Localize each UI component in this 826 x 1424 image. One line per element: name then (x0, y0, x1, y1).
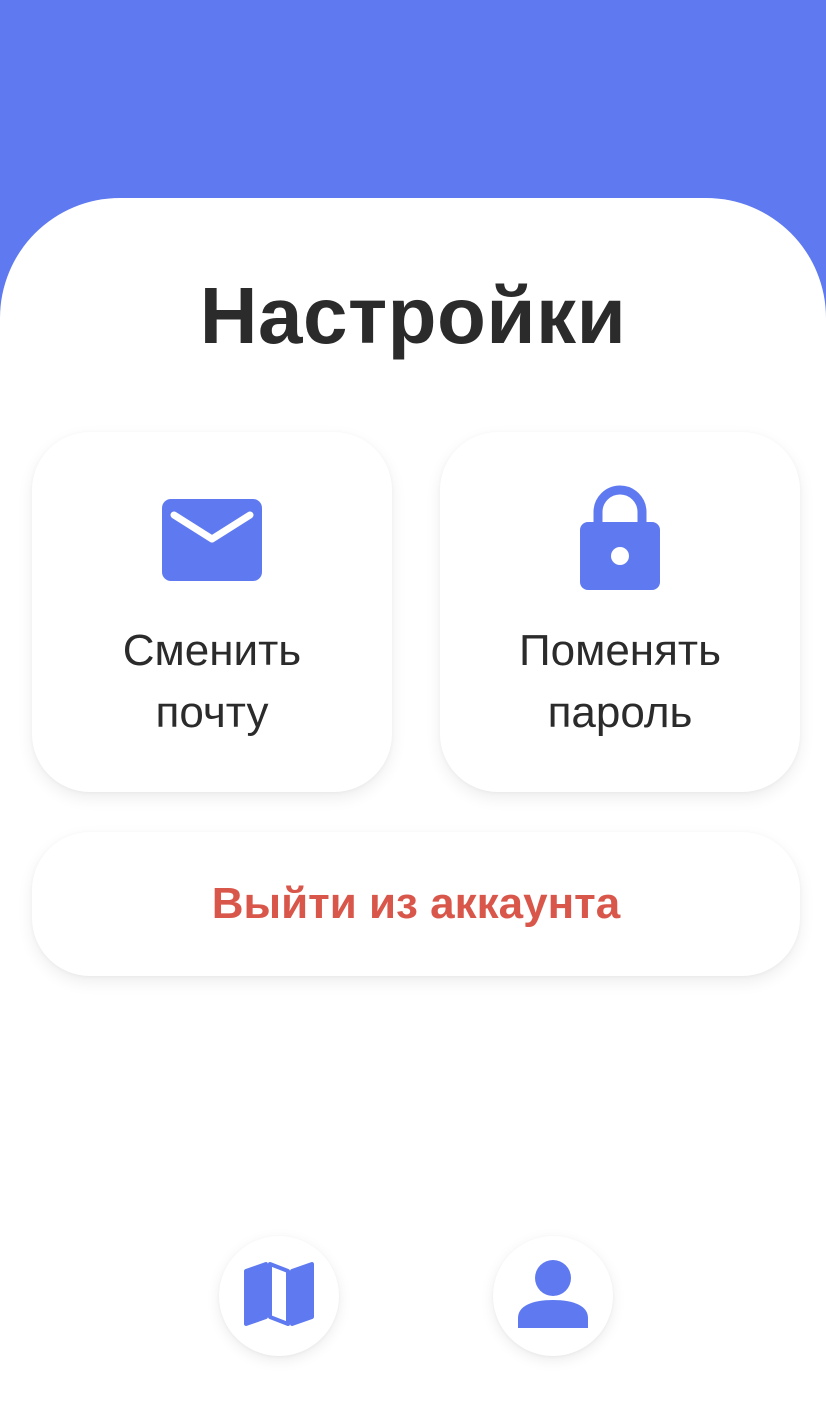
change-password-label-line2: пароль (547, 688, 693, 737)
change-email-label-line2: почту (155, 688, 269, 737)
change-password-label: Поменять пароль (440, 620, 800, 744)
change-password-label-line1: Поменять (518, 626, 722, 675)
map-icon (244, 1261, 314, 1332)
user-icon (518, 1259, 588, 1333)
page-title: Настройки (199, 271, 627, 360)
nav-map-button[interactable] (219, 1236, 339, 1356)
change-email-button[interactable]: Сменить почту (32, 432, 392, 792)
mail-icon (32, 499, 392, 581)
change-email-label-line1: Сменить (122, 626, 302, 675)
settings-screen: Настройки Сменить почту Поменять пароль … (0, 0, 826, 1424)
change-password-button[interactable]: Поменять пароль (440, 432, 800, 792)
logout-label: Выйти из аккаунта (211, 879, 621, 928)
logout-button[interactable]: Выйти из аккаунта (32, 832, 800, 976)
lock-icon (440, 484, 800, 590)
change-email-label: Сменить почту (32, 620, 392, 744)
nav-profile-button[interactable] (493, 1236, 613, 1356)
content-sheet (0, 198, 826, 1424)
